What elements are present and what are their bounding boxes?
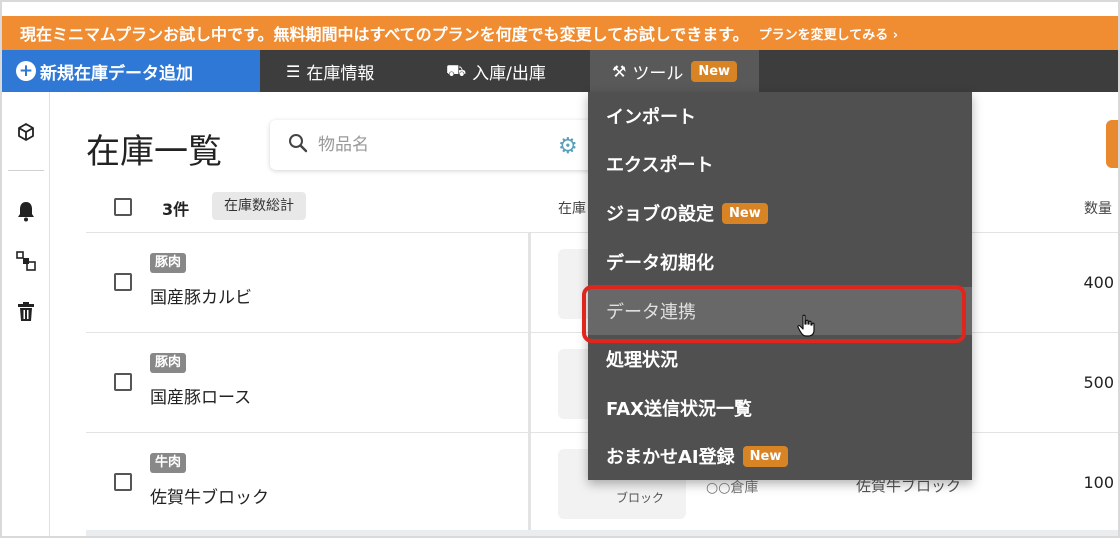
product-name: 国産豚ロース <box>150 388 252 408</box>
menu-item-data-reset[interactable]: データ初期化 <box>588 238 972 286</box>
nav-inventory-info-label: 在庫情報 <box>306 63 375 84</box>
top-navbar: + 新規在庫データ追加 ☰ 在庫情報 ⛟ 入庫/出庫 ⚒ ツール New <box>2 50 1118 92</box>
category-tag: 牛肉 <box>150 453 187 473</box>
plus-circle-icon: + <box>16 61 36 81</box>
nav-in-out[interactable]: ⛟ 入庫/出庫 <box>446 50 546 92</box>
package-icon[interactable] <box>14 122 38 146</box>
dolly-icon: ⛟ <box>446 60 467 80</box>
search-box[interactable] <box>270 120 600 170</box>
row-checkbox[interactable] <box>114 273 132 291</box>
add-inventory-button[interactable]: + 新規在庫データ追加 <box>2 50 260 92</box>
column-header-stock: 在庫 <box>558 201 586 217</box>
new-badge: New <box>722 202 768 224</box>
column-divider <box>528 233 531 333</box>
page-title: 在庫一覧 <box>86 132 222 172</box>
menu-item-label: FAX送信状況一覧 <box>606 399 753 420</box>
column-divider <box>528 333 531 433</box>
row-checkbox[interactable] <box>114 473 132 491</box>
hand-cursor-icon <box>797 314 817 338</box>
product-name: 佐賀牛ブロック <box>150 488 269 508</box>
quantity: 500 <box>1083 373 1114 392</box>
left-sidebar <box>2 92 50 536</box>
trash-icon[interactable] <box>14 302 38 326</box>
menu-item-fax-status[interactable]: FAX送信状況一覧 <box>588 384 972 432</box>
change-plan-link[interactable]: プランを変更してみる › <box>759 24 899 43</box>
trial-banner-message: 現在ミニマムプランお試し中です。無料期間中はすべてのプランを何度でも変更してお試… <box>20 25 749 44</box>
new-badge: New <box>742 445 789 467</box>
table-footer-band <box>86 530 1118 536</box>
add-inventory-label: 新規在庫データ追加 <box>40 63 193 84</box>
stock-total-button[interactable]: 在庫数総計 <box>212 192 306 220</box>
select-all-checkbox[interactable] <box>114 198 132 216</box>
nav-tools-label: ツール <box>632 63 684 84</box>
item-count: 3件 <box>162 200 190 219</box>
category-tag: 豚肉 <box>150 253 187 273</box>
menu-item-label: 処理状況 <box>606 350 678 371</box>
category-tag: 豚肉 <box>150 353 187 373</box>
menu-item-ai-registration[interactable]: おまかせAI登録 New <box>588 432 972 480</box>
menu-item-label: データ初期化 <box>606 253 714 274</box>
menu-item-job-settings[interactable]: ジョブの設定 New <box>588 189 972 237</box>
app-frame: 現在ミニマムプランお試し中です。無料期間中はすべてのプランを何度でも変更してお試… <box>0 0 1120 538</box>
column-header-qty: 数量 <box>1084 201 1112 217</box>
menu-item-label: ジョブの設定 <box>606 204 714 225</box>
row-checkbox[interactable] <box>114 373 132 391</box>
transfer-icon[interactable] <box>14 250 38 274</box>
nav-tools[interactable]: ⚒ ツール New <box>590 50 760 92</box>
list-icon: ☰ <box>286 61 301 81</box>
menu-item-label: おまかせAI登録 <box>606 447 735 468</box>
toolbox-icon: ⚒ <box>612 61 627 81</box>
trial-banner: 現在ミニマムプランお試し中です。無料期間中はすべてのプランを何度でも変更してお試… <box>2 16 1118 50</box>
nav-in-out-label: 入庫/出庫 <box>472 63 546 84</box>
menu-item-label: インポート <box>606 107 696 128</box>
new-badge: New <box>691 60 738 82</box>
sidebar-divider <box>8 170 44 171</box>
product-name: 国産豚カルビ <box>150 288 252 308</box>
menu-item-export[interactable]: エクスポート <box>588 140 972 188</box>
location-label: ○○倉庫 <box>706 480 759 496</box>
search-input[interactable] <box>318 135 518 155</box>
menu-item-label: エクスポート <box>606 155 714 176</box>
action-button-edge[interactable] <box>1106 120 1118 168</box>
quantity: 400 <box>1083 273 1114 292</box>
unit-label: ブロック <box>616 491 665 505</box>
search-icon <box>288 133 308 158</box>
highlight-box <box>582 285 966 343</box>
column-divider <box>528 433 531 533</box>
quantity: 100 <box>1083 473 1114 492</box>
menu-item-import[interactable]: インポート <box>588 92 972 140</box>
bell-icon[interactable] <box>14 200 38 224</box>
gear-icon[interactable]: ⚙ <box>558 134 578 159</box>
nav-inventory-info[interactable]: ☰ 在庫情報 <box>286 50 374 92</box>
